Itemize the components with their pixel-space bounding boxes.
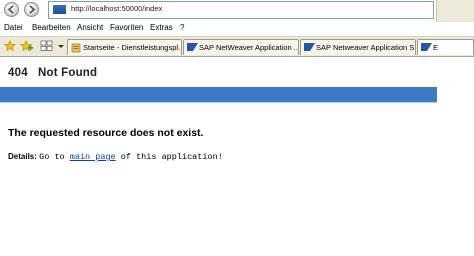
error-message: The requested resource does not exist. <box>8 127 204 139</box>
tab-list-icon[interactable] <box>40 40 54 52</box>
tab-label: E <box>433 43 439 52</box>
details-label: Details: <box>8 152 37 161</box>
menu-bar: Datei Bearbeiten Ansicht Favoriten Extra… <box>0 22 474 36</box>
address-field[interactable]: http://localhost:50000/index <box>48 1 434 19</box>
menu-datei[interactable]: Datei <box>4 23 23 32</box>
menu-bearbeiten[interactable]: Bearbeiten <box>32 23 71 32</box>
sap-icon <box>304 43 315 51</box>
tab-startseite[interactable]: Startseite - Dienstleistungspl... <box>67 39 182 55</box>
favorites-star-icon[interactable] <box>4 40 16 52</box>
sap-icon <box>421 43 432 51</box>
menu-ansicht[interactable]: Ansicht <box>77 23 103 32</box>
menu-extras[interactable]: Extras <box>150 23 173 32</box>
page-content: 404 Not Found The requested resource doe… <box>0 57 474 256</box>
divider <box>0 102 437 103</box>
main-page-link[interactable]: main page <box>70 152 116 162</box>
address-bar-edge <box>436 0 474 22</box>
header-bar <box>0 87 437 102</box>
back-button[interactable] <box>4 2 19 17</box>
details-suffix: of this application! <box>115 152 223 162</box>
add-favorite-icon[interactable] <box>20 40 33 52</box>
tab-active[interactable]: E <box>417 39 474 55</box>
menu-help[interactable]: ? <box>180 23 184 32</box>
sap-icon <box>53 5 66 14</box>
tab-label: SAP Netweaver Application S... <box>316 43 416 52</box>
arrow-right-icon <box>29 5 36 14</box>
chevron-down-icon[interactable] <box>57 40 65 52</box>
arrow-left-icon <box>7 5 14 14</box>
tab-sap-netweaver-2[interactable]: SAP Netweaver Application S... <box>300 39 416 55</box>
document-icon <box>71 43 81 53</box>
menu-favoriten[interactable]: Favoriten <box>110 23 143 32</box>
sap-icon <box>187 43 198 51</box>
page-title: 404 Not Found <box>8 67 98 79</box>
details-prefix: Go to <box>39 152 70 162</box>
header-gap <box>437 87 474 102</box>
address-text: http://localhost:50000/index <box>71 4 163 13</box>
tab-label: Startseite - Dienstleistungspl... <box>83 43 182 52</box>
details-line: Details: Go to main page of this applica… <box>8 152 223 162</box>
tab-sap-netweaver-1[interactable]: SAP NetWeaver Application ... <box>183 39 299 55</box>
tab-bar: Startseite - Dienstleistungspl... SAP Ne… <box>0 36 474 57</box>
tab-label: SAP NetWeaver Application ... <box>199 43 299 52</box>
forward-button[interactable] <box>24 2 39 17</box>
address-bar-row: http://localhost:50000/index <box>0 0 474 22</box>
